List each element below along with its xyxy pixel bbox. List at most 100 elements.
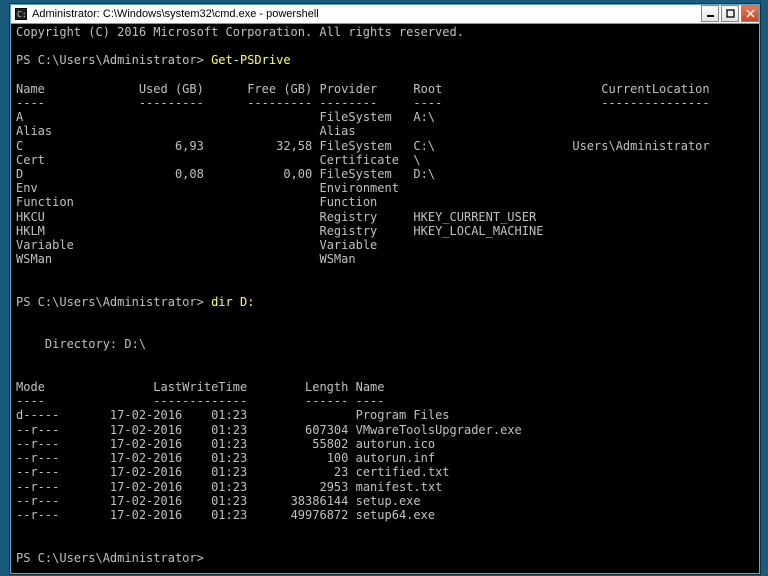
console-window: C: Administrator: C:\Windows\system32\cm…: [10, 4, 760, 574]
drive-root: \: [413, 153, 572, 167]
drive-used: [95, 153, 203, 167]
file-length: 23: [247, 465, 348, 479]
close-button[interactable]: [741, 5, 759, 22]
drive-location: [572, 224, 709, 238]
drive-name: WSMan: [16, 252, 95, 266]
drive-location: [572, 110, 709, 124]
drive-provider: FileSystem: [319, 139, 413, 153]
file-time: 01:23: [182, 508, 247, 522]
file-name: autorun.ico: [356, 437, 435, 451]
maximize-button[interactable]: [721, 5, 739, 22]
drive-used: 0,08: [95, 167, 203, 181]
file-mode: --r---: [16, 465, 59, 479]
drive-name: A: [16, 110, 95, 124]
prompt: PS C:\Users\Administrator>: [16, 295, 204, 309]
drive-free: [204, 181, 312, 195]
file-length: [247, 408, 348, 422]
file-time: 01:23: [182, 451, 247, 465]
drive-name: Alias: [16, 124, 95, 138]
file-mode: --r---: [16, 451, 59, 465]
drive-provider: WSMan: [319, 252, 413, 266]
file-mode: --r---: [16, 480, 59, 494]
prompt: PS C:\Users\Administrator>: [16, 551, 204, 565]
drive-location: [572, 195, 709, 209]
window-title: Administrator: C:\Windows\system32\cmd.e…: [32, 8, 319, 20]
drive-root: [413, 252, 572, 266]
col-loc: CurrentLocation: [572, 82, 709, 96]
file-date: 17-02-2016: [59, 508, 182, 522]
command: Get-PSDrive: [211, 53, 290, 67]
drive-provider: Certificate: [319, 153, 413, 167]
drive-name: HKLM: [16, 224, 95, 238]
drive-free: [204, 195, 312, 209]
cmd-icon: C:: [14, 7, 28, 21]
file-length: 38386144: [247, 494, 348, 508]
drive-provider: Registry: [319, 210, 413, 224]
drive-root: [413, 124, 572, 138]
drive-provider: Environment: [319, 181, 413, 195]
drive-used: 6,93: [95, 139, 203, 153]
drive-name: HKCU: [16, 210, 95, 224]
prompt: PS C:\Users\Administrator>: [16, 53, 204, 67]
col-mode: Mode: [16, 380, 59, 394]
terminal-body[interactable]: Copyright (C) 2016 Microsoft Corporation…: [11, 24, 759, 573]
drive-location: [572, 238, 709, 252]
drive-location: [572, 252, 709, 266]
drive-root: HKEY_CURRENT_USER: [413, 210, 572, 224]
drive-root: [413, 181, 572, 195]
file-mode: --r---: [16, 423, 59, 437]
file-time: 01:23: [182, 480, 247, 494]
drive-name: C: [16, 139, 95, 153]
drive-provider: FileSystem: [319, 167, 413, 181]
drive-provider: FileSystem: [319, 110, 413, 124]
file-name: setup.exe: [356, 494, 421, 508]
file-time: 01:23: [182, 423, 247, 437]
drive-root: HKEY_LOCAL_MACHINE: [413, 224, 572, 238]
col-prov: Provider: [319, 82, 413, 96]
drive-free: [204, 124, 312, 138]
drive-free: [204, 252, 312, 266]
dir-heading: Directory: D:\: [16, 337, 146, 351]
col-root: Root: [413, 82, 572, 96]
drive-free: [204, 224, 312, 238]
drive-used: [95, 238, 203, 252]
drive-used: [95, 110, 203, 124]
file-name: VMwareToolsUpgrader.exe: [356, 423, 522, 437]
drive-used: [95, 224, 203, 238]
drive-root: C:\: [413, 139, 572, 153]
file-name: autorun.inf: [356, 451, 435, 465]
copyright-line: Copyright (C) 2016 Microsoft Corporation…: [16, 25, 464, 39]
file-date: 17-02-2016: [59, 408, 182, 422]
file-time: 01:23: [182, 437, 247, 451]
drive-root: [413, 238, 572, 252]
drive-name: Variable: [16, 238, 95, 252]
file-name: certified.txt: [356, 465, 450, 479]
titlebar[interactable]: C: Administrator: C:\Windows\system32\cm…: [11, 5, 759, 24]
drive-name: Cert: [16, 153, 95, 167]
minimize-button[interactable]: [701, 5, 719, 22]
file-date: 17-02-2016: [59, 494, 182, 508]
file-date: 17-02-2016: [59, 437, 182, 451]
file-mode: --r---: [16, 437, 59, 451]
file-time: 01:23: [182, 494, 247, 508]
file-name: manifest.txt: [356, 480, 443, 494]
drive-free: 0,00: [204, 167, 312, 181]
file-date: 17-02-2016: [59, 423, 182, 437]
file-mode: --r---: [16, 508, 59, 522]
window-controls: [699, 5, 759, 23]
command: dir D:: [211, 295, 254, 309]
col-free: Free (GB): [204, 82, 312, 96]
drive-root: A:\: [413, 110, 572, 124]
drive-location: [572, 181, 709, 195]
drive-free: [204, 153, 312, 167]
drive-name: Function: [16, 195, 95, 209]
col-name: Name: [16, 82, 95, 96]
file-length: 55802: [247, 437, 348, 451]
file-name: setup64.exe: [356, 508, 435, 522]
col-fname: Name: [356, 380, 385, 394]
drive-free: [204, 210, 312, 224]
col-length: Length: [247, 380, 348, 394]
file-mode: d-----: [16, 408, 59, 422]
drive-location: [572, 167, 709, 181]
drive-root: [413, 195, 572, 209]
